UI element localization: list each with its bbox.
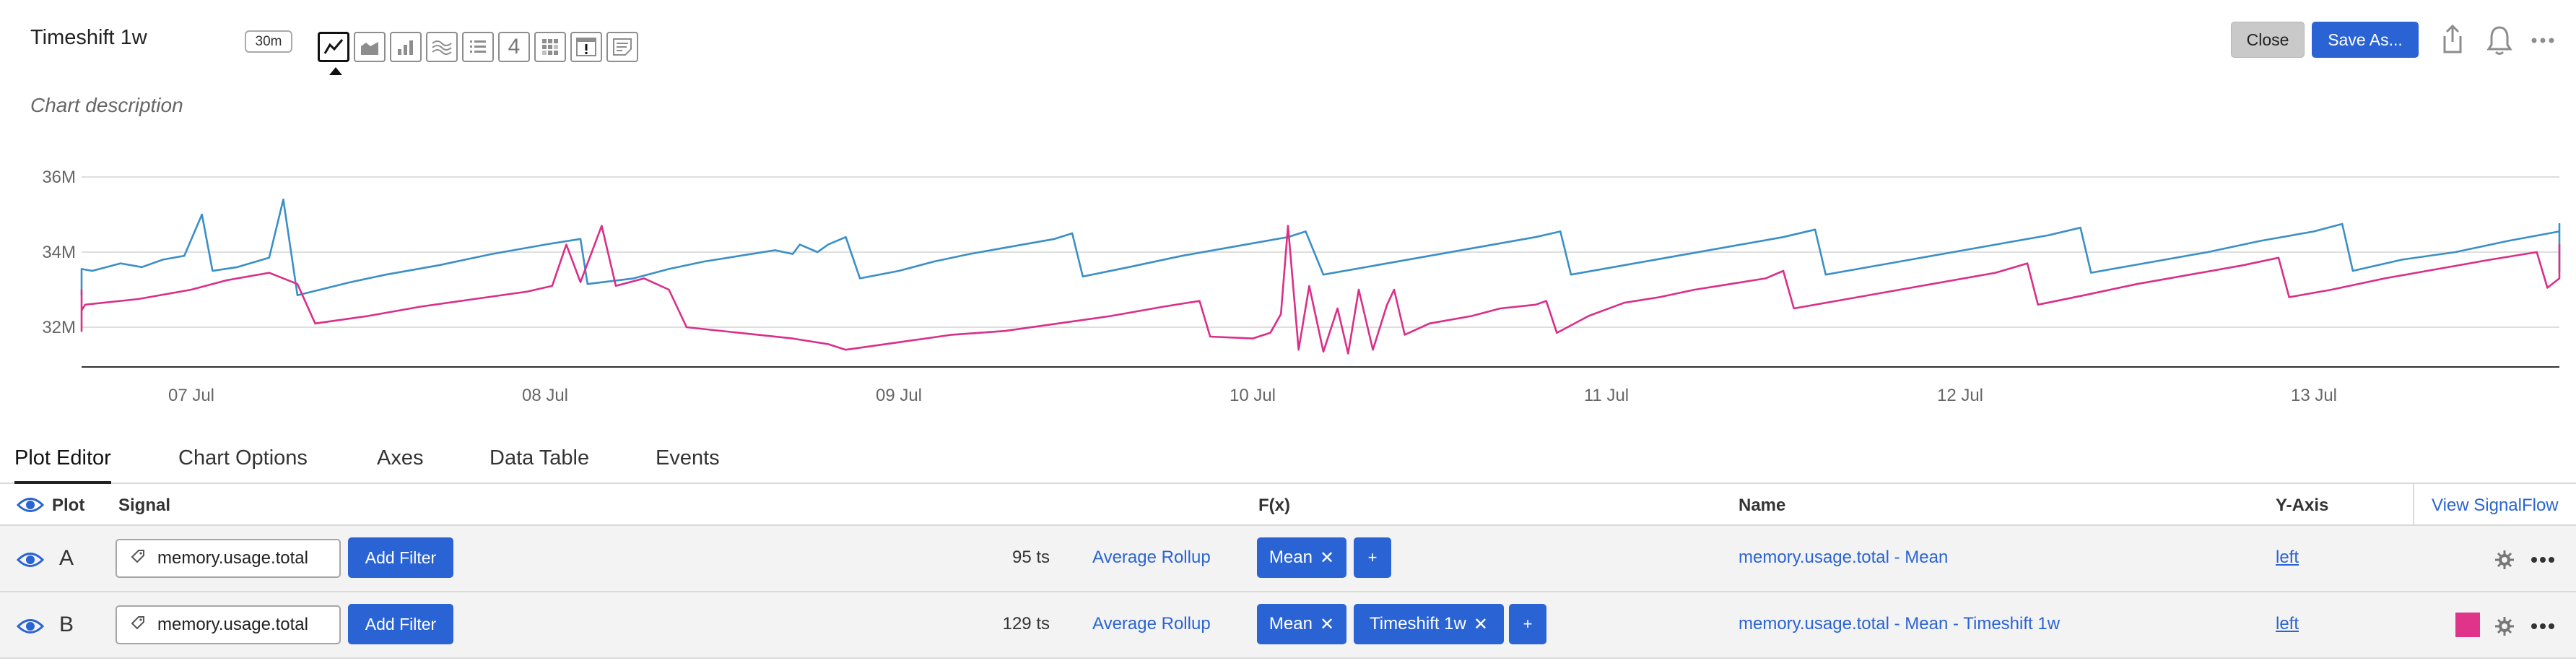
heatmap-icon[interactable] (534, 32, 566, 62)
line-chart: 36M 34M 32M 07 Jul 08 Jul 09 Jul 10 Jul 11 Jul… (42, 168, 2561, 405)
event-feed-icon[interactable] (570, 32, 602, 62)
series-line-a (80, 198, 2561, 297)
save-as-button[interactable]: Save As... (2312, 22, 2419, 58)
chart-title[interactable]: Timeshift 1w (30, 26, 147, 50)
tag-icon (130, 548, 146, 569)
list-icon[interactable] (462, 32, 494, 62)
x-tick-label: 10 Jul (1230, 386, 1276, 405)
add-filter-button[interactable]: Add Filter (348, 604, 453, 644)
header-signal: Signal (118, 496, 171, 515)
plot-table-header: Plot Signal F(x) Name Y-Axis View Signal… (0, 484, 2576, 526)
plot-letter: A (59, 546, 74, 570)
ts-count: 95 ts (1011, 548, 1050, 567)
fx-chip-timeshift[interactable]: Timeshift 1w ✕ (1354, 604, 1504, 644)
y-tick-labels: 36M 34M 32M (42, 168, 76, 337)
x-tick-label: 08 Jul (522, 386, 568, 405)
plot-letter: B (59, 613, 74, 636)
add-filter-button[interactable]: Add Filter (348, 537, 453, 578)
resolution-badge: 30m (245, 30, 292, 53)
plot-name[interactable]: memory.usage.total - Mean (1739, 548, 1948, 568)
gear-icon[interactable] (2492, 548, 2517, 572)
histogram-icon[interactable] (426, 32, 458, 62)
plot-name[interactable]: memory.usage.total - Mean - Timeshift 1w (1739, 614, 2060, 634)
signal-input[interactable]: memory.usage.total (116, 605, 341, 644)
plot-row-b: B memory.usage.total Add Filter 129 ts A… (0, 592, 2576, 659)
x-tick-label: 11 Jul (1584, 386, 1629, 405)
tab-axes[interactable]: Axes (377, 446, 423, 484)
text-note-icon[interactable] (606, 32, 638, 62)
rollup-link[interactable]: Average Rollup (1092, 548, 1211, 568)
remove-icon[interactable]: ✕ (1320, 614, 1334, 635)
fx-chip-label: Timeshift 1w (1370, 614, 1466, 633)
x-tick-label: 12 Jul (1937, 386, 1983, 405)
x-tick-label: 13 Jul (2291, 386, 2337, 405)
chart-description[interactable]: Chart description (30, 94, 183, 117)
header-name: Name (1739, 496, 1786, 515)
header-plot: Plot (52, 496, 85, 515)
ts-count: 129 ts (1002, 614, 1050, 633)
tab-events[interactable]: Events (656, 446, 720, 484)
line-chart-icon[interactable] (318, 32, 349, 75)
x-tick-label: 07 Jul (168, 386, 214, 405)
y-tick-label: 34M (42, 243, 76, 262)
series-lines (80, 198, 2561, 355)
yaxis-link[interactable]: left (2276, 614, 2299, 634)
eye-icon[interactable] (16, 494, 45, 516)
view-signalflow-cell: View SignalFlow (2413, 484, 2576, 526)
fx-chip-mean[interactable]: Mean ✕ (1257, 604, 1346, 644)
grid-lines (82, 176, 2559, 328)
signal-name: memory.usage.total (157, 548, 308, 568)
column-chart-icon[interactable] (390, 32, 422, 62)
gear-icon[interactable] (2492, 614, 2517, 639)
bell-icon[interactable] (2484, 23, 2515, 58)
add-function-button[interactable]: + (1509, 604, 1546, 644)
x-tick-label: 09 Jul (876, 386, 922, 405)
tab-chart-options[interactable]: Chart Options (178, 446, 308, 484)
editor-tabs: Plot Editor Chart Options Axes Data Tabl… (0, 438, 2576, 484)
tag-icon (130, 615, 146, 636)
header-yaxis: Y-Axis (2276, 496, 2329, 515)
share-icon[interactable] (2439, 22, 2466, 56)
eye-icon[interactable] (16, 617, 45, 636)
y-tick-label: 32M (42, 318, 76, 337)
more-options-icon[interactable] (2527, 27, 2559, 53)
rollup-link[interactable]: Average Rollup (1092, 614, 1211, 634)
single-value-icon[interactable]: 4 (498, 32, 530, 62)
row-more-icon[interactable] (2527, 553, 2559, 566)
color-swatch[interactable] (2455, 613, 2480, 637)
series-line-b (80, 225, 2561, 355)
tab-plot-editor[interactable]: Plot Editor (14, 446, 111, 484)
remove-icon[interactable]: ✕ (1474, 614, 1488, 635)
close-button[interactable]: Close (2231, 22, 2305, 58)
header-fx: F(x) (1258, 496, 1290, 515)
tab-data-table[interactable]: Data Table (489, 446, 589, 484)
eye-icon[interactable] (16, 550, 45, 569)
fx-chip-label: Mean (1269, 548, 1313, 567)
fx-chip-label: Mean (1269, 614, 1313, 633)
view-signalflow-link[interactable]: View SignalFlow (2432, 496, 2559, 516)
y-tick-label: 36M (42, 168, 76, 187)
x-tick-labels: 07 Jul 08 Jul 09 Jul 10 Jul 11 Jul 12 Jul 13 J… (168, 386, 2337, 405)
area-chart-icon[interactable] (354, 32, 386, 62)
row-more-icon[interactable] (2527, 620, 2559, 633)
plot-row-a: A memory.usage.total Add Filter 95 ts Av… (0, 526, 2576, 592)
signal-input[interactable]: memory.usage.total (116, 539, 341, 578)
signal-name: memory.usage.total (157, 615, 308, 634)
fx-chip-mean[interactable]: Mean ✕ (1257, 537, 1346, 578)
remove-icon[interactable]: ✕ (1320, 548, 1334, 568)
add-function-button[interactable]: + (1354, 537, 1391, 578)
yaxis-link[interactable]: left (2276, 548, 2299, 568)
chart-type-toolbar: 4 (318, 32, 638, 75)
